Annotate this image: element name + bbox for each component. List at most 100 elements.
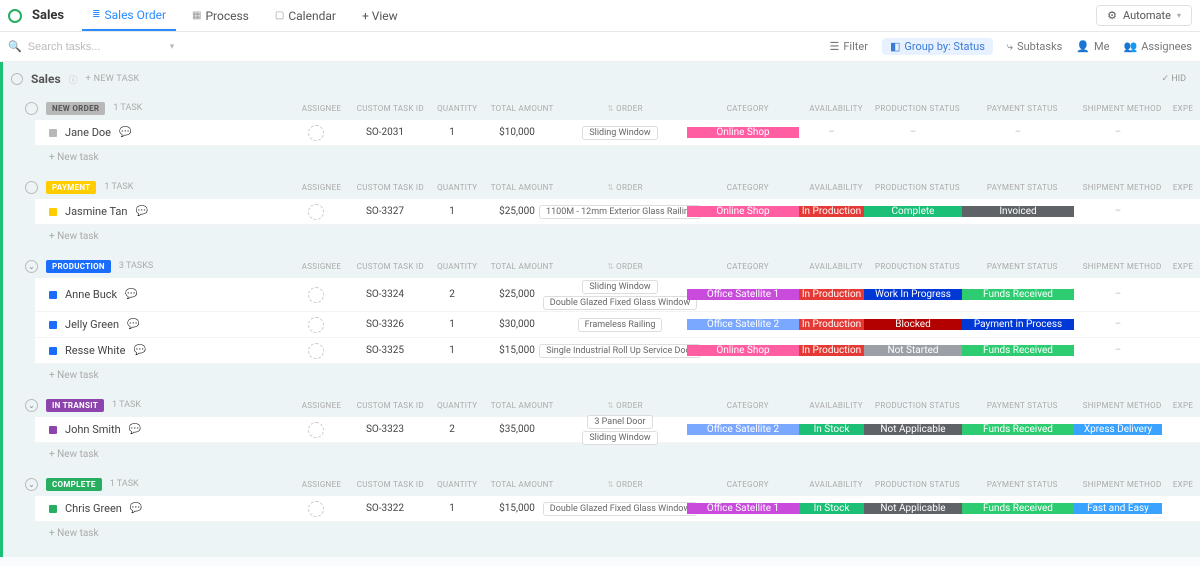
col-head-order[interactable]: ⇅ORDER	[558, 401, 692, 410]
collapse-icon[interactable]	[11, 73, 23, 85]
col-head-ship[interactable]: SHIPMENT METHOD	[1078, 262, 1166, 271]
chat-icon[interactable]: 💬	[129, 424, 141, 435]
col-head-id[interactable]: CUSTOM TASK ID	[352, 183, 428, 192]
col-head-order[interactable]: ⇅ORDER	[558, 104, 692, 113]
col-head-avail[interactable]: AVAILABILITY	[804, 104, 869, 113]
search-input[interactable]	[28, 41, 158, 53]
status-chip[interactable]: COMPLETE	[46, 478, 102, 491]
status-badge[interactable]: Invoiced	[962, 206, 1074, 217]
order-tag[interactable]: Sliding Window	[582, 431, 657, 445]
col-head-amt[interactable]: TOTAL AMOUNT	[486, 262, 558, 271]
col-head-prod[interactable]: PRODUCTION STATUS	[869, 104, 967, 113]
col-head-pay[interactable]: PAYMENT STATUS	[966, 401, 1078, 410]
group-toggle-icon[interactable]: ⌄	[25, 478, 38, 491]
chat-icon[interactable]: 💬	[136, 206, 148, 217]
new-task-button[interactable]: + New task	[35, 522, 1200, 545]
me-button[interactable]: 👤Me	[1076, 40, 1109, 53]
chat-icon[interactable]: 💬	[125, 289, 137, 300]
task-row[interactable]: Anne Buck 💬 SO-3324 2 $25,000 Sliding Wi…	[35, 278, 1200, 312]
order-tag[interactable]: Sliding Window	[582, 126, 657, 140]
col-head-id[interactable]: CUSTOM TASK ID	[352, 401, 428, 410]
group-by-button[interactable]: ◧Group by: Status	[882, 38, 993, 55]
assignee-slot[interactable]	[285, 501, 347, 517]
task-name[interactable]: Chris Green	[65, 502, 122, 515]
task-name[interactable]: John Smith	[65, 423, 121, 436]
col-head-prod[interactable]: PRODUCTION STATUS	[869, 262, 967, 271]
assignee-slot[interactable]	[285, 422, 347, 438]
col-head-prod[interactable]: PRODUCTION STATUS	[869, 183, 967, 192]
status-badge[interactable]: Funds Received	[962, 503, 1074, 514]
task-row[interactable]: Chris Green 💬 SO-3322 1 $15,000 Double G…	[35, 496, 1200, 522]
assignee-slot[interactable]	[285, 287, 347, 303]
task-row[interactable]: Jane Doe 💬 SO-2031 1 $10,000 Sliding Win…	[35, 120, 1200, 146]
col-head-avail[interactable]: AVAILABILITY	[804, 183, 869, 192]
col-head-cat[interactable]: CATEGORY	[692, 104, 804, 113]
tab-calendar[interactable]: ▢ Calendar	[265, 0, 346, 31]
status-chip[interactable]: PRODUCTION	[46, 260, 111, 273]
col-head-assignee[interactable]: ASSIGNEE	[291, 262, 353, 271]
col-head-exp[interactable]: EXPE	[1166, 183, 1200, 192]
col-head-avail[interactable]: AVAILABILITY	[804, 262, 869, 271]
col-head-avail[interactable]: AVAILABILITY	[804, 480, 869, 489]
col-head-cat[interactable]: CATEGORY	[692, 183, 804, 192]
order-tag[interactable]: 3 Panel Door	[587, 415, 652, 429]
col-head-assignee[interactable]: ASSIGNEE	[291, 401, 353, 410]
assignees-button[interactable]: 👥Assignees	[1123, 40, 1192, 53]
col-head-ship[interactable]: SHIPMENT METHOD	[1078, 401, 1166, 410]
assignee-slot[interactable]	[285, 125, 347, 141]
assignee-slot[interactable]	[285, 343, 347, 359]
col-head-amt[interactable]: TOTAL AMOUNT	[486, 104, 558, 113]
group-toggle-icon[interactable]	[25, 181, 38, 194]
status-badge[interactable]: Xpress Delivery	[1074, 424, 1162, 435]
col-head-amt[interactable]: TOTAL AMOUNT	[486, 183, 558, 192]
col-head-exp[interactable]: EXPE	[1166, 401, 1200, 410]
col-head-ship[interactable]: SHIPMENT METHOD	[1078, 183, 1166, 192]
col-head-pay[interactable]: PAYMENT STATUS	[966, 262, 1078, 271]
col-head-pay[interactable]: PAYMENT STATUS	[966, 104, 1078, 113]
automate-button[interactable]: ⚙ Automate ▾	[1096, 5, 1192, 26]
hide-button[interactable]: ✓ HID	[1161, 74, 1192, 84]
status-chip[interactable]: NEW ORDER	[46, 102, 105, 115]
status-badge[interactable]: Online Shop	[687, 127, 799, 138]
col-head-id[interactable]: CUSTOM TASK ID	[352, 262, 428, 271]
status-badge[interactable]: Funds Received	[962, 345, 1074, 356]
group-toggle-icon[interactable]: ⌄	[25, 260, 38, 273]
status-badge[interactable]: Office Satellite 1	[687, 289, 799, 300]
status-badge[interactable]: In Stock	[799, 424, 864, 435]
col-head-qty[interactable]: QUANTITY	[428, 262, 486, 271]
col-head-amt[interactable]: TOTAL AMOUNT	[486, 401, 558, 410]
col-head-order[interactable]: ⇅ORDER	[558, 480, 692, 489]
tab-sales-order[interactable]: ≣ Sales Order	[82, 0, 176, 31]
col-head-exp[interactable]: EXPE	[1166, 104, 1200, 113]
status-badge[interactable]: Not Applicable	[864, 424, 962, 435]
task-row[interactable]: Jasmine Tan 💬 SO-3327 1 $25,000 1100M - …	[35, 199, 1200, 225]
col-head-order[interactable]: ⇅ORDER	[558, 262, 692, 271]
task-name[interactable]: Jasmine Tan	[65, 205, 128, 218]
col-head-ship[interactable]: SHIPMENT METHOD	[1078, 480, 1166, 489]
col-head-id[interactable]: CUSTOM TASK ID	[352, 104, 428, 113]
col-head-assignee[interactable]: ASSIGNEE	[291, 480, 353, 489]
task-name[interactable]: Jelly Green	[65, 318, 119, 331]
col-head-cat[interactable]: CATEGORY	[692, 262, 804, 271]
status-badge[interactable]: In Production	[799, 345, 864, 356]
task-name[interactable]: Jane Doe	[65, 126, 111, 139]
assignee-slot[interactable]	[285, 204, 347, 220]
chat-icon[interactable]: 💬	[133, 345, 145, 356]
task-row[interactable]: Resse White 💬 SO-3325 1 $15,000 Single I…	[35, 338, 1200, 364]
status-badge[interactable]: Payment in Process	[962, 319, 1074, 330]
col-head-ship[interactable]: SHIPMENT METHOD	[1078, 104, 1166, 113]
col-head-qty[interactable]: QUANTITY	[428, 401, 486, 410]
order-tag[interactable]: Single Industrial Roll Up Service Door	[539, 344, 701, 358]
task-name[interactable]: Resse White	[65, 344, 125, 357]
col-head-exp[interactable]: EXPE	[1166, 480, 1200, 489]
status-badge[interactable]: Office Satellite 2	[687, 319, 799, 330]
assignee-slot[interactable]	[285, 317, 347, 333]
col-head-id[interactable]: CUSTOM TASK ID	[352, 480, 428, 489]
status-badge[interactable]: Online Shop	[687, 206, 799, 217]
col-head-order[interactable]: ⇅ORDER	[558, 183, 692, 192]
chevron-down-icon[interactable]: ▾	[170, 42, 175, 52]
col-head-qty[interactable]: QUANTITY	[428, 183, 486, 192]
task-row[interactable]: Jelly Green 💬 SO-3326 1 $30,000 Frameles…	[35, 312, 1200, 338]
status-badge[interactable]: Funds Received	[962, 424, 1074, 435]
status-chip[interactable]: PAYMENT	[46, 181, 96, 194]
